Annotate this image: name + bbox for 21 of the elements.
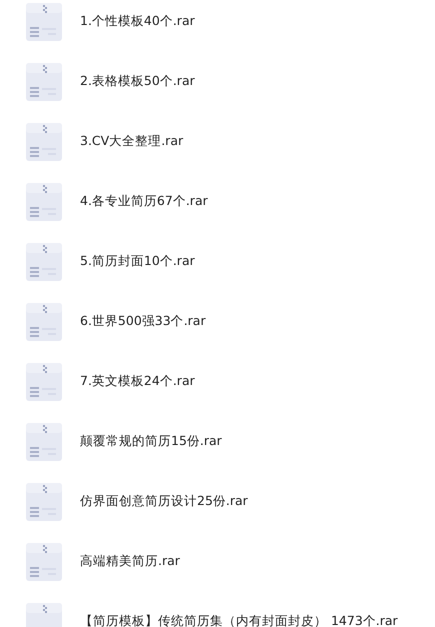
file-name[interactable]: 仿界面创意简历设计25份.rar [80, 493, 248, 510]
file-name[interactable]: 1.个性模板40个.rar [80, 13, 195, 30]
file-name[interactable]: 4.各专业简历67个.rar [80, 193, 208, 210]
file-name[interactable]: 【简历模板】传统简历集（内有封面封皮） 1473个.rar [80, 613, 398, 627]
file-name[interactable]: 3.CV大全整理.rar [80, 133, 184, 150]
archive-file-icon [26, 63, 62, 101]
archive-file-icon [26, 183, 62, 221]
archive-file-icon [26, 363, 62, 401]
archive-file-icon [26, 543, 62, 581]
file-name[interactable]: 高端精美简历.rar [80, 553, 180, 570]
archive-file-icon [26, 243, 62, 281]
file-name[interactable]: 7.英文模板24个.rar [80, 373, 195, 390]
file-name[interactable]: 2.表格模板50个.rar [80, 73, 195, 90]
archive-file-icon [26, 3, 62, 41]
archive-file-icon [26, 423, 62, 461]
archive-file-icon [26, 123, 62, 161]
file-name[interactable]: 6.世界500强33个.rar [80, 313, 206, 330]
file-name[interactable]: 5.简历封面10个.rar [80, 253, 195, 270]
archive-file-icon [26, 483, 62, 521]
file-name[interactable]: 颠覆常规的简历15份.rar [80, 433, 222, 450]
archive-file-icon [26, 303, 62, 341]
